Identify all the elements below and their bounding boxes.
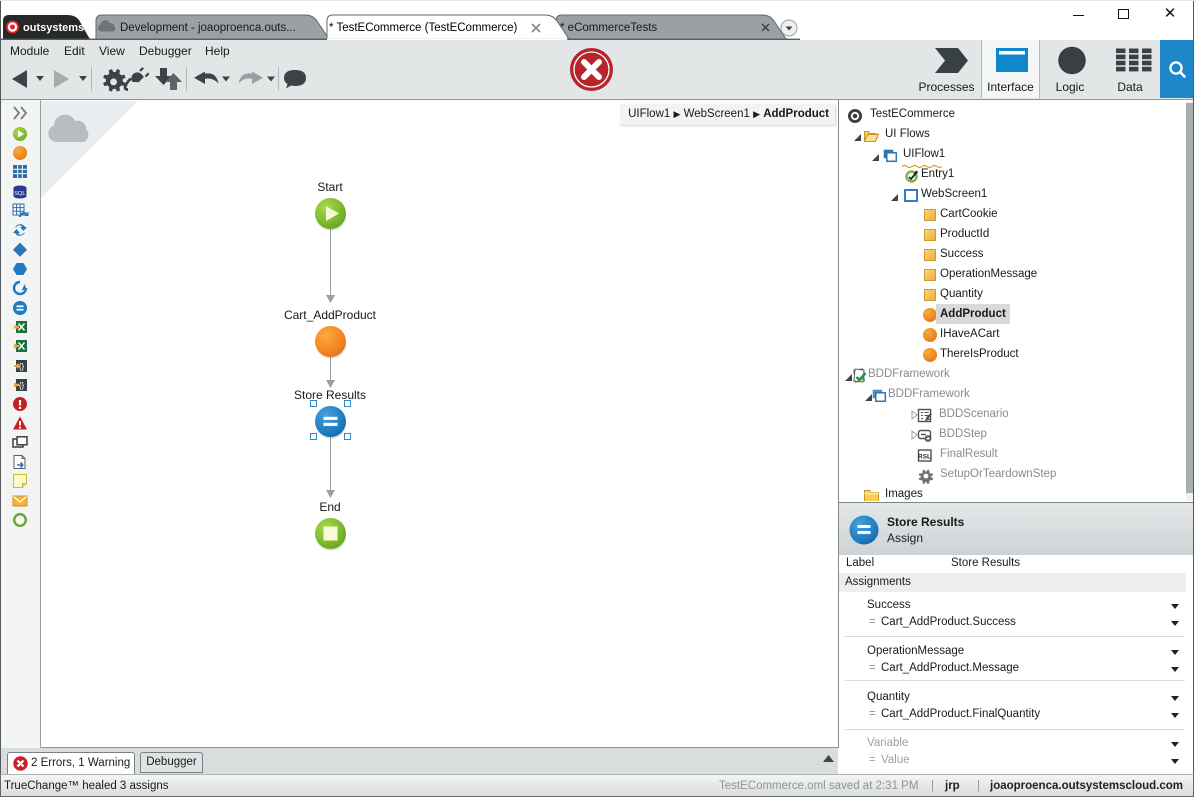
svg-text:RSL: RSL [918, 454, 931, 461]
svg-text:SQL: SQL [14, 191, 25, 197]
svg-text:{}: {} [19, 362, 25, 371]
svg-text:{}: {} [19, 381, 25, 390]
